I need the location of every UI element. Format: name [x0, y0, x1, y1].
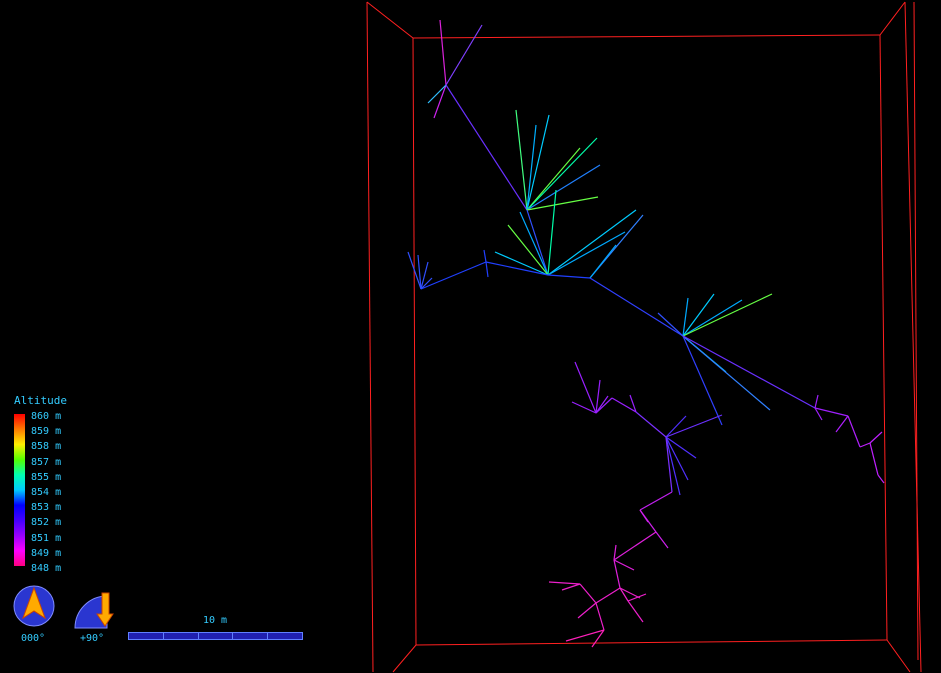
legend-label: 859 m: [31, 426, 62, 438]
bounding-box: [366, 1, 922, 673]
legend-label: 853 m: [31, 502, 62, 514]
altitude-color-bar: [14, 414, 25, 566]
scale-segment: [164, 633, 199, 639]
legend-label: 849 m: [31, 547, 62, 559]
legend-label: 852 m: [31, 517, 62, 529]
scale-segment: [233, 633, 269, 639]
compass-icon[interactable]: [13, 585, 55, 627]
3d-viewport[interactable]: [0, 0, 941, 673]
legend-label: 858 m: [31, 441, 62, 453]
survey-lines: [407, 19, 885, 648]
legend-label: 857 m: [31, 456, 62, 468]
tilt-readout: +90°: [80, 633, 105, 644]
scale-label: 10 m: [203, 615, 228, 626]
legend-label: 851 m: [31, 532, 62, 544]
legend-label: 848 m: [31, 562, 62, 574]
scale-segment: [129, 633, 164, 639]
legend-label: 854 m: [31, 486, 62, 498]
scale-segment: [199, 633, 234, 639]
legend-title: Altitude: [14, 394, 67, 407]
legend-label: 860 m: [31, 411, 62, 422]
legend-labels: 860 m 859 m 858 m 857 m 855 m 854 m 853 …: [31, 409, 61, 576]
scale-bar: [128, 632, 303, 640]
scale-segment: [268, 633, 302, 639]
legend-label: 855 m: [31, 471, 62, 483]
heading-readout: 000°: [21, 633, 46, 644]
clinometer-icon[interactable]: [74, 592, 114, 629]
